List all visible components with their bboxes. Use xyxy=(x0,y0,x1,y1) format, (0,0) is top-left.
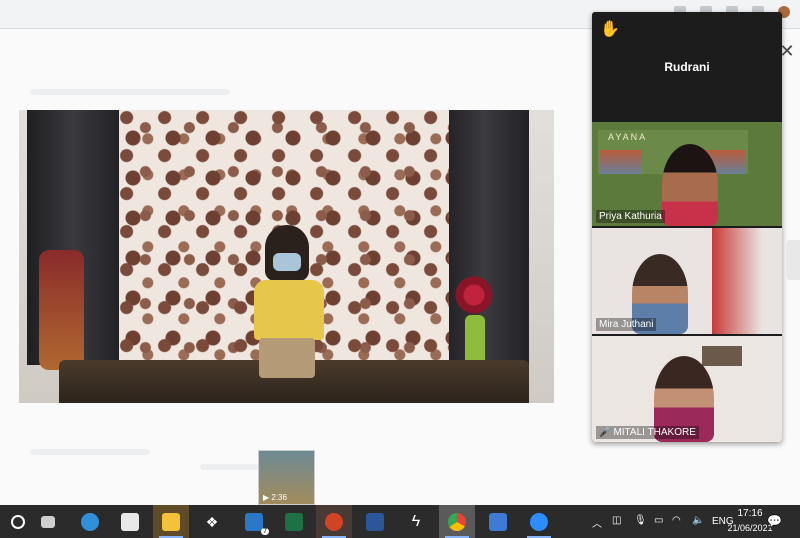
participant-tile[interactable]: 🎤 MITALI THAKORE xyxy=(592,336,782,442)
performer-sweater xyxy=(254,280,324,340)
performer-trousers xyxy=(259,338,315,378)
lightning-icon: ϟ xyxy=(411,512,421,530)
taskbar-zoom[interactable] xyxy=(521,505,557,538)
notification-icon[interactable]: 💬 xyxy=(767,514,782,528)
active-speaker-name: Rudrani xyxy=(664,60,710,74)
background-photo xyxy=(600,150,642,174)
mic-muted-icon: 🎤 xyxy=(599,427,612,438)
volume-icon[interactable]: 🔈 xyxy=(692,515,704,526)
taskbar-mail[interactable]: 7 xyxy=(236,505,272,538)
windows-taskbar: ❖ 7 ϟ ︿ ◫ 🎙 ▭ ◠ 🔈 ENG 17:16 21/06/2021 💬 xyxy=(0,505,800,538)
folder-icon xyxy=(162,512,180,531)
raised-hand-icon: ✋ xyxy=(600,21,620,38)
participant-name: MITALI THAKORE xyxy=(613,427,696,438)
dropbox-icon: ❖ xyxy=(205,513,219,530)
ayana-logo: AYANA xyxy=(608,132,648,142)
edge-icon xyxy=(81,512,99,531)
zoom-icon xyxy=(530,512,548,531)
video-thumbnail[interactable]: ▶ 2:36 xyxy=(258,450,315,505)
taskbar-chrome[interactable] xyxy=(439,505,475,538)
zoom-video-panel[interactable]: ✋ Rudrani AYANA Priya Kathuria Mira Juth… xyxy=(592,12,782,442)
main-video-feed xyxy=(19,110,554,403)
taskbar-word[interactable] xyxy=(357,505,393,538)
taskbar-edge[interactable] xyxy=(72,505,108,538)
task-view-button[interactable] xyxy=(30,505,66,538)
chevron-up-icon[interactable]: ︿ xyxy=(592,515,602,530)
video-duration: ▶ 2:36 xyxy=(263,493,287,502)
participant-name: Mira Juthani xyxy=(596,318,657,331)
microphone-icon[interactable]: 🎙 xyxy=(634,515,647,526)
store-icon xyxy=(121,512,139,531)
taskbar-app[interactable]: ϟ xyxy=(398,505,434,538)
taskbar-store[interactable] xyxy=(112,505,148,538)
window-curtain xyxy=(712,228,762,334)
clock-time[interactable]: 17:16 xyxy=(730,508,770,519)
battery-icon[interactable]: ▭ xyxy=(654,515,663,526)
participant-tile[interactable]: AYANA Priya Kathuria xyxy=(592,122,782,226)
video-duration-text: 2:36 xyxy=(271,493,287,502)
side-scroll-handle[interactable] xyxy=(786,240,800,280)
photos-icon xyxy=(489,512,507,531)
flower-vase-left xyxy=(39,250,84,370)
wifi-icon[interactable]: ◠ xyxy=(672,515,681,526)
mail-badge: 7 xyxy=(261,528,269,535)
powerpoint-icon xyxy=(325,512,343,531)
chrome-icon xyxy=(448,512,466,531)
task-view-icon xyxy=(41,515,55,528)
taskbar-powerpoint[interactable] xyxy=(316,505,352,538)
participant-label: 🎤 MITALI THAKORE xyxy=(596,426,699,439)
close-icon[interactable]: ✕ xyxy=(778,42,796,60)
excel-icon xyxy=(285,512,303,531)
faded-text-line xyxy=(30,449,150,455)
taskbar-excel[interactable] xyxy=(276,505,312,538)
taskbar-photos[interactable] xyxy=(480,505,516,538)
wall-frames xyxy=(702,346,742,366)
word-icon xyxy=(366,512,384,531)
taskbar-file-explorer[interactable] xyxy=(153,505,189,538)
camera-indicator-icon[interactable]: ◫ xyxy=(612,515,621,526)
flowers-right xyxy=(449,270,499,320)
participant-video xyxy=(662,144,718,226)
taskbar-dropbox[interactable]: ❖ xyxy=(194,505,230,538)
mail-icon xyxy=(245,512,263,531)
faded-text-line xyxy=(30,89,230,95)
face-mask xyxy=(273,253,301,271)
search-circle-icon xyxy=(11,514,25,529)
participant-tile[interactable]: Mira Juthani xyxy=(592,228,782,334)
participant-name: Priya Kathuria xyxy=(596,210,665,223)
